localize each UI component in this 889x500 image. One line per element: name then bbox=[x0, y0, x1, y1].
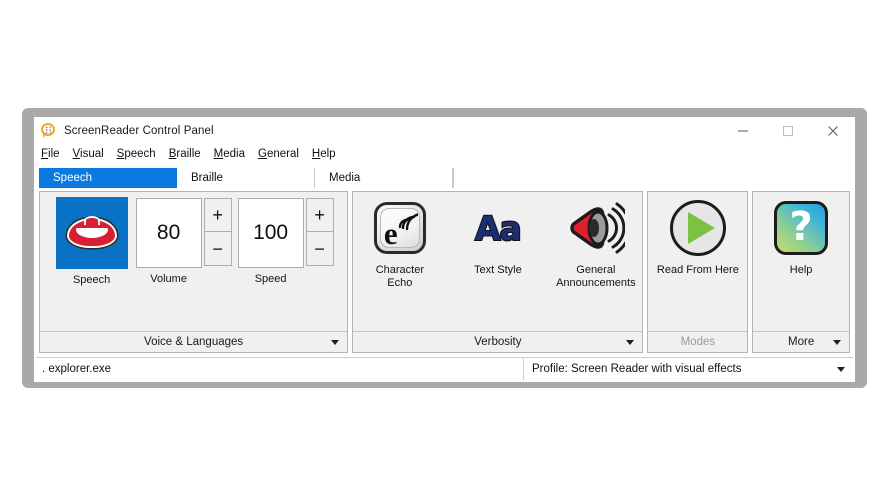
speech-bubble-icon bbox=[41, 122, 57, 139]
character-echo-icon: e bbox=[373, 202, 426, 254]
ribbon-group-more: ? Help More bbox=[752, 191, 850, 353]
voice-and-languages-label: Voice & Languages bbox=[144, 336, 244, 348]
menu-item-speech[interactable]: Speech bbox=[117, 148, 156, 160]
volume-value[interactable]: 80 bbox=[135, 198, 202, 268]
text-style-icon: Aa bbox=[474, 208, 523, 248]
verbosity-label: Verbosity bbox=[474, 336, 522, 348]
text-style-label: Text Style bbox=[474, 264, 522, 276]
menu-item-media[interactable]: Media bbox=[214, 148, 245, 160]
help-button[interactable]: ? Help bbox=[755, 197, 847, 277]
tab-speech-label: Speech bbox=[53, 172, 93, 184]
window-controls bbox=[720, 117, 855, 144]
minimize-icon[interactable] bbox=[720, 117, 765, 144]
volume-increase-button[interactable]: + bbox=[203, 198, 232, 232]
speed-label: Speed bbox=[254, 273, 287, 285]
volume-decrease-button[interactable]: − bbox=[203, 232, 232, 266]
status-focus-app: . explorer.exe bbox=[42, 363, 112, 375]
volume-label: Volume bbox=[150, 273, 187, 285]
chevron-down-icon bbox=[626, 339, 635, 345]
help-button-label: Help bbox=[789, 264, 813, 276]
menu-item-general[interactable]: General bbox=[258, 148, 299, 160]
chevron-down-icon bbox=[833, 339, 841, 345]
tab-speech[interactable]: Speech bbox=[39, 168, 177, 188]
character-echo-button[interactable]: e Character Echo bbox=[354, 197, 446, 290]
help-icon: ? bbox=[774, 201, 829, 255]
speech-button[interactable]: Speech bbox=[54, 197, 130, 287]
read-from-here-button[interactable]: Read From Here bbox=[652, 197, 744, 277]
tab-braille[interactable]: Braille bbox=[177, 168, 315, 188]
voice-and-languages-dropdown[interactable]: Voice & Languages bbox=[40, 331, 348, 352]
screenshot-root: ScreenReader Control Panel File Visual S… bbox=[0, 0, 889, 500]
ribbon-group-more-body: ? Help bbox=[753, 192, 849, 331]
ribbon-group-speech: Speech 80 Volume + − 100 Speed + − Voice… bbox=[39, 191, 349, 353]
text-style-button[interactable]: Aa Text Style bbox=[452, 197, 544, 277]
tab-strip: Speech Braille Media bbox=[39, 168, 855, 188]
chevron-down-icon bbox=[837, 366, 845, 372]
modes-label-footer: Modes bbox=[648, 331, 748, 352]
ribbon-group-verbosity-body: e Character Echo Aa Text Style General A… bbox=[353, 192, 642, 331]
tab-media[interactable]: Media bbox=[315, 168, 453, 188]
tab-media-label: Media bbox=[329, 172, 361, 184]
speed-increase-button[interactable]: + bbox=[305, 198, 334, 232]
menu-bar: File Visual Speech Braille Media General… bbox=[34, 144, 855, 164]
character-echo-label: Character Echo bbox=[375, 264, 424, 289]
title-bar: ScreenReader Control Panel bbox=[34, 117, 855, 144]
ribbon-group-modes: Read From Here Modes bbox=[647, 191, 749, 353]
ribbon-group-verbosity: e Character Echo Aa Text Style General A… bbox=[352, 191, 644, 353]
general-announcements-button[interactable]: General Announcements bbox=[550, 197, 642, 290]
tab-strip-end bbox=[453, 168, 454, 188]
general-announcements-icon bbox=[570, 202, 625, 254]
tab-braille-label: Braille bbox=[191, 172, 223, 184]
verbosity-dropdown[interactable]: Verbosity bbox=[353, 331, 643, 352]
speech-button-label: Speech bbox=[72, 274, 111, 286]
window-title: ScreenReader Control Panel bbox=[64, 124, 214, 137]
screenreader-control-panel-window: ScreenReader Control Panel File Visual S… bbox=[34, 117, 855, 382]
more-dropdown[interactable]: More bbox=[753, 331, 849, 352]
more-label: More bbox=[788, 336, 815, 348]
menu-item-help[interactable]: Help bbox=[312, 148, 336, 160]
close-icon[interactable] bbox=[810, 117, 855, 144]
speed-value[interactable]: 100 bbox=[237, 198, 304, 268]
lips-icon bbox=[55, 197, 128, 269]
profile-label: Profile: Screen Reader with visual effec… bbox=[532, 363, 742, 375]
chevron-down-icon bbox=[331, 339, 340, 345]
ribbon-group-modes-body: Read From Here bbox=[648, 192, 747, 331]
speed-decrease-button[interactable]: − bbox=[305, 232, 334, 266]
play-icon bbox=[669, 200, 726, 256]
status-bar: . explorer.exe Profile: Screen Reader wi… bbox=[36, 357, 853, 380]
ribbon-group-speech-body: Speech 80 Volume + − 100 Speed + − bbox=[40, 192, 347, 331]
profile-dropdown[interactable]: Profile: Screen Reader with visual effec… bbox=[523, 358, 853, 380]
modes-label: Modes bbox=[680, 336, 716, 348]
menu-item-braille[interactable]: Braille bbox=[169, 148, 201, 160]
speed-stepper[interactable]: 100 Speed + − bbox=[237, 198, 334, 285]
question-mark-glyph: ? bbox=[789, 203, 813, 250]
menu-item-visual[interactable]: Visual bbox=[73, 148, 104, 160]
read-from-here-label: Read From Here bbox=[656, 264, 739, 276]
general-announcements-label: General Announcements bbox=[556, 264, 636, 289]
volume-stepper[interactable]: 80 Volume + − bbox=[135, 198, 232, 285]
ribbon: Speech 80 Volume + − 100 Speed + − Voice… bbox=[39, 191, 850, 353]
maximize-icon[interactable] bbox=[765, 117, 810, 144]
menu-item-file[interactable]: File bbox=[41, 148, 60, 160]
